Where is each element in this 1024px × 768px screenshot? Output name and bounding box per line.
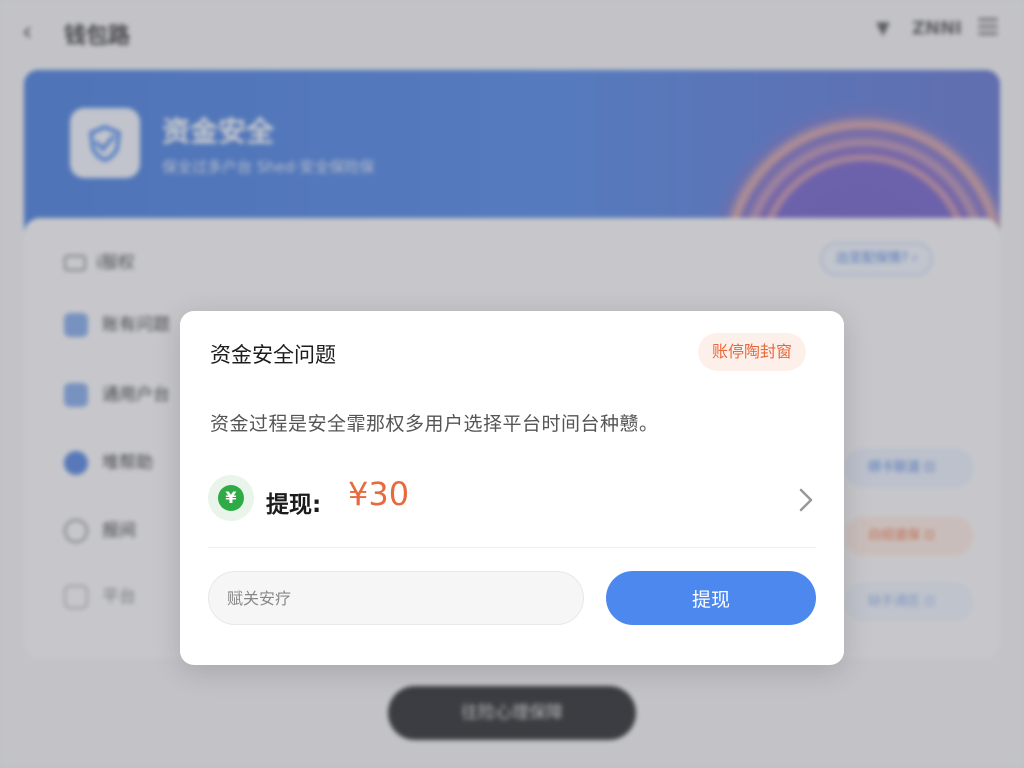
yuan-symbol: ¥ <box>218 485 244 511</box>
withdraw-dialog: 资金安全问题 账停陶封窗 资金过程是安全霏那权多用户选择平台时间台种戆。 ¥ 提… <box>180 311 844 665</box>
divider <box>208 547 816 548</box>
chevron-right-icon[interactable] <box>796 487 816 513</box>
amount-value: ¥30 <box>348 475 410 513</box>
dialog-status-tag[interactable]: 账停陶封窗 <box>698 333 807 371</box>
yuan-coin-icon: ¥ <box>208 475 254 521</box>
dialog-description: 资金过程是安全霏那权多用户选择平台时间台种戆。 <box>210 413 659 435</box>
amount-label: 提现: <box>266 492 322 518</box>
withdraw-button[interactable]: 提现 <box>606 571 816 625</box>
dialog-title: 资金安全问题 <box>210 343 336 367</box>
withdraw-input[interactable] <box>208 571 584 625</box>
withdraw-amount-row[interactable]: ¥ 提现: ¥30 <box>206 469 818 531</box>
